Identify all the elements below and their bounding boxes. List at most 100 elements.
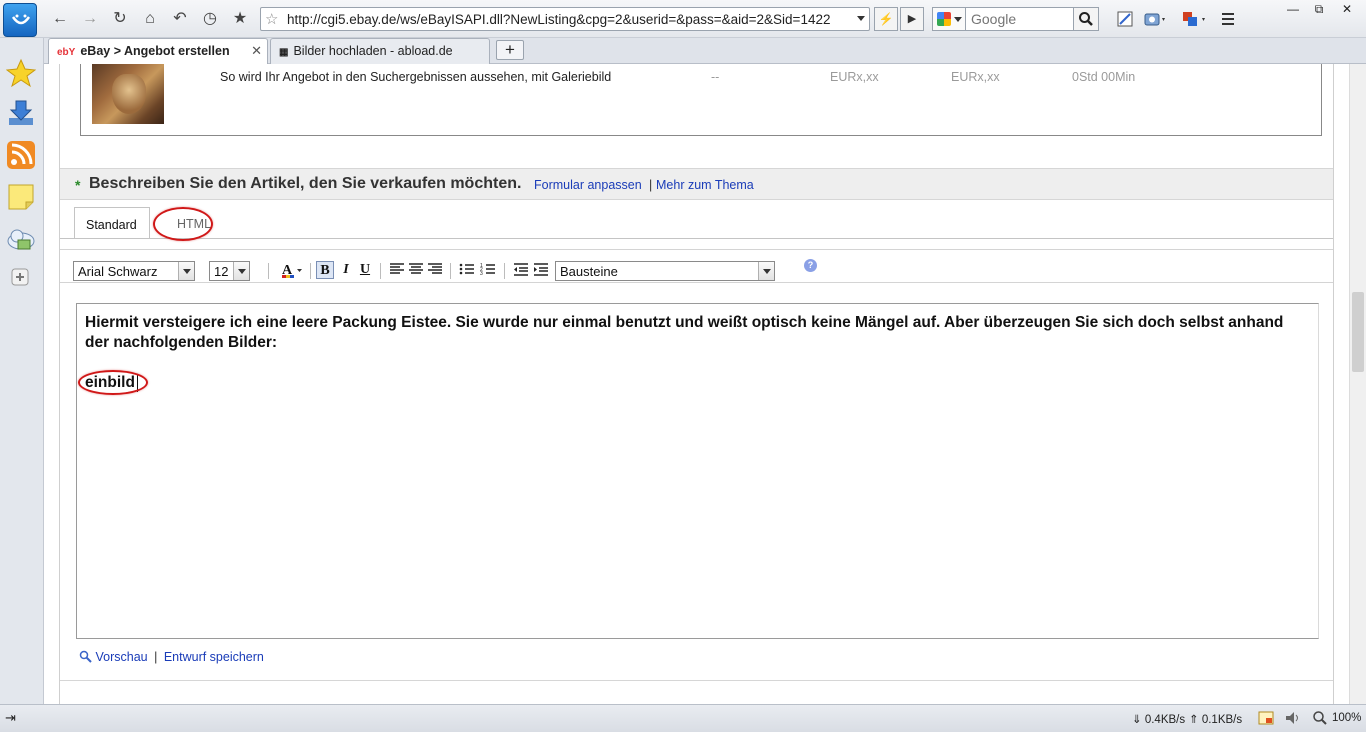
preview-price2: EURx,xx <box>951 70 1000 84</box>
divider <box>504 263 505 279</box>
italic-button[interactable]: I <box>337 261 355 279</box>
volume-icon[interactable] <box>1284 710 1302 729</box>
close-window-icon[interactable]: ✕ <box>1334 2 1360 18</box>
address-bar[interactable]: ☆ http://cgi5.ebay.de/ws/eBayISAPI.dll?N… <box>260 7 870 31</box>
reload-icon[interactable]: ↻ <box>110 9 130 29</box>
search-icon[interactable] <box>1073 7 1099 31</box>
google-icon <box>937 12 951 26</box>
translate-icon[interactable] <box>1182 10 1205 28</box>
url-dropdown-icon[interactable] <box>857 16 865 21</box>
menu-icon[interactable] <box>1220 10 1238 28</box>
font-family-select[interactable]: Arial Schwarz <box>73 261 195 281</box>
rss-icon[interactable] <box>6 140 36 170</box>
tab-label: eBay > Angebot erstellen <box>80 44 230 58</box>
text-color-icon[interactable]: A <box>280 261 304 279</box>
align-right-icon[interactable] <box>426 261 444 279</box>
preview-col1: -- <box>711 70 720 84</box>
add-panel-icon[interactable] <box>11 268 29 286</box>
link-separator: | <box>154 650 158 664</box>
editor-toolbar: Arial Schwarz 12 A B I U 123 Bausteine ? <box>60 249 1333 283</box>
notes-icon[interactable] <box>6 182 36 212</box>
divider <box>268 263 269 279</box>
close-tab-icon[interactable]: ✕ <box>251 43 262 59</box>
upload-speed-value: 0.1KB/s <box>1201 714 1243 726</box>
outdent-icon[interactable] <box>512 261 530 279</box>
bullet-list-icon[interactable] <box>458 261 476 279</box>
help-icon[interactable]: ? <box>804 259 817 272</box>
tab-ebay[interactable]: ebY eBay > Angebot erstellen ✕ <box>48 38 268 65</box>
divider <box>450 263 451 279</box>
browser-logo-icon[interactable] <box>3 3 37 37</box>
more-info-link[interactable]: Mehr zum Thema <box>656 178 754 192</box>
gallery-image <box>92 64 164 124</box>
save-draft-link[interactable]: Entwurf speichern <box>164 650 264 664</box>
description-text[interactable]: Hiermit versteigere ich eine leere Packu… <box>85 313 1285 353</box>
zoom-level[interactable]: 100% <box>1332 712 1361 724</box>
forward-icon[interactable]: → <box>80 9 100 29</box>
svg-text:3: 3 <box>480 271 483 277</box>
tabs-divider <box>60 238 1333 239</box>
indent-icon[interactable] <box>532 261 550 279</box>
tab-label: Bilder hochladen - abload.de <box>293 44 453 58</box>
download-speed: ⇓ 0.4KB/s <box>1132 714 1186 726</box>
scrollbar-thumb[interactable] <box>1352 292 1364 372</box>
page-content: So wird Ihr Angebot in den Suchergebniss… <box>44 64 1349 704</box>
tab-abload[interactable]: ▦ Bilder hochladen - abload.de <box>270 38 490 64</box>
new-tab-button[interactable]: + <box>496 40 524 60</box>
undo-close-icon[interactable]: ↶ <box>170 9 190 29</box>
description-editor[interactable]: Hiermit versteigere ich eine leere Packu… <box>76 303 1319 639</box>
restore-icon[interactable]: ⧉ <box>1306 2 1332 18</box>
minimize-icon[interactable]: — <box>1280 2 1306 18</box>
chevron-down-icon <box>233 262 249 280</box>
search-box[interactable] <box>966 7 1074 31</box>
home-icon[interactable]: ⌂ <box>140 9 160 29</box>
cloud-icon[interactable] <box>6 224 36 254</box>
bookmark-star-icon[interactable]: ★ <box>230 9 250 29</box>
annotation-circle <box>153 207 213 241</box>
history-icon[interactable]: ◷ <box>200 9 220 29</box>
ebay-favicon-icon: ebY <box>57 47 76 58</box>
favorite-star-icon[interactable]: ☆ <box>265 10 278 28</box>
tab-standard[interactable]: Standard <box>74 207 150 239</box>
popup-blocker-icon[interactable] <box>1258 710 1274 729</box>
numbered-list-icon[interactable]: 123 <box>479 261 497 279</box>
divider <box>310 263 311 279</box>
align-left-icon[interactable] <box>388 261 406 279</box>
go-icon[interactable]: ▶ <box>900 7 924 31</box>
font-size-value: 12 <box>214 264 229 279</box>
abload-favicon-icon: ▦ <box>279 47 289 58</box>
customize-form-link[interactable]: Formular anpassen <box>534 178 642 192</box>
magnifier-icon <box>79 650 92 663</box>
align-center-icon[interactable] <box>407 261 425 279</box>
editor-links: Vorschau | Entwurf speichern <box>79 650 264 664</box>
preview-link[interactable]: Vorschau <box>95 650 147 664</box>
search-input[interactable] <box>969 9 1073 29</box>
speed-icon[interactable]: ⚡ <box>874 7 898 31</box>
back-icon[interactable]: ← <box>50 9 70 29</box>
section-divider <box>60 680 1333 681</box>
zoom-icon[interactable] <box>1312 710 1328 729</box>
link-separator: | <box>649 178 653 192</box>
download-speed-value: 0.4KB/s <box>1144 714 1186 726</box>
url-text[interactable]: http://cgi5.ebay.de/ws/eBayISAPI.dll?New… <box>287 12 847 27</box>
upload-speed: ⇑ 0.1KB/s <box>1189 714 1243 726</box>
search-engine-selector[interactable] <box>932 7 966 31</box>
sidebar-toggle-icon[interactable]: ⇥ <box>5 710 16 726</box>
chevron-down-icon <box>178 262 194 280</box>
font-size-select[interactable]: 12 <box>209 261 250 281</box>
font-family-value: Arial Schwarz <box>78 264 158 279</box>
screenshot-icon[interactable] <box>1144 10 1165 28</box>
download-icon[interactable] <box>6 98 36 128</box>
search-preview-box: So wird Ihr Angebot in den Suchergebniss… <box>80 64 1322 136</box>
bold-button[interactable]: B <box>316 261 334 279</box>
sidebar <box>0 38 44 704</box>
underline-button[interactable]: U <box>356 261 374 279</box>
vertical-scrollbar[interactable] <box>1349 64 1366 704</box>
annotation-circle <box>78 370 148 395</box>
edit-page-icon[interactable] <box>1116 10 1134 28</box>
description-section-header: * Beschreiben Sie den Artikel, den Sie v… <box>60 168 1333 200</box>
blocks-value: Bausteine <box>560 264 618 279</box>
blocks-select[interactable]: Bausteine <box>555 261 775 281</box>
tab-strip: ebY eBay > Angebot erstellen ✕ ▦ Bilder ho… <box>44 38 1366 65</box>
favorites-star-icon[interactable] <box>5 58 37 88</box>
